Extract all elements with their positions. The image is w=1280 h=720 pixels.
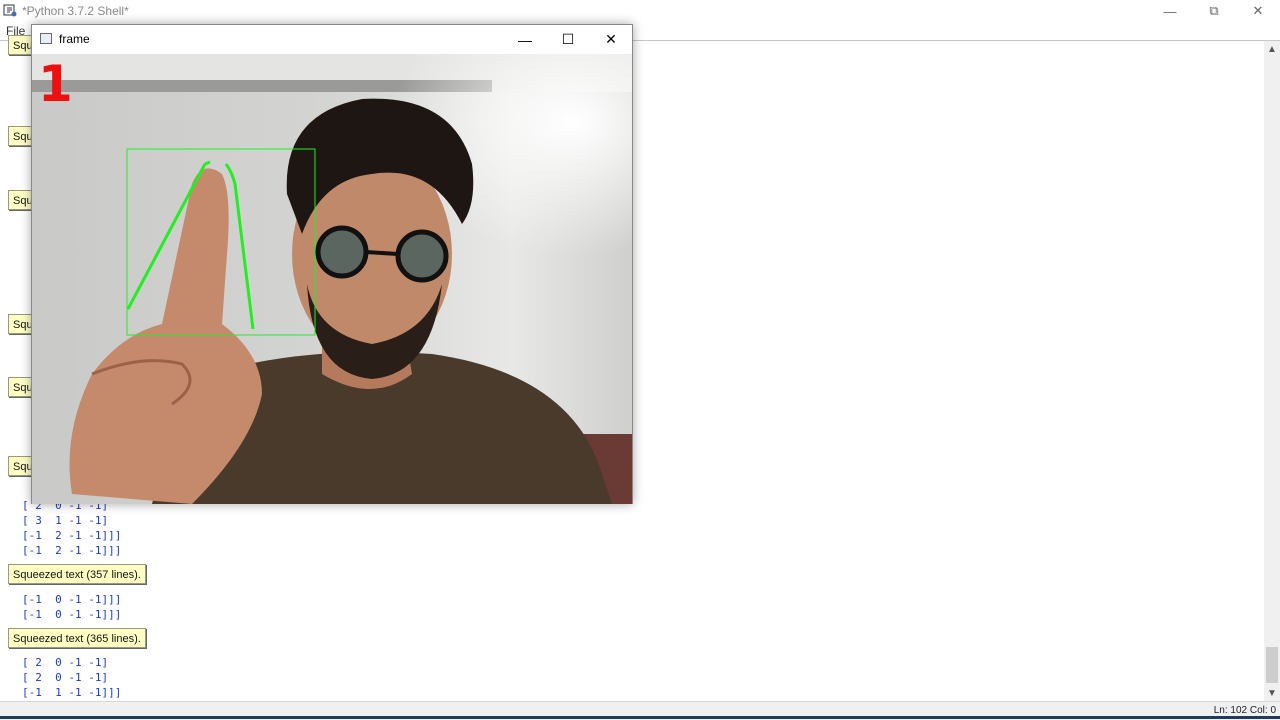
output-line: [-1 1 -1 -1]]] — [22, 686, 122, 699]
output-line: [ 2 0 -1 -1] — [22, 656, 109, 669]
scroll-up-arrow-icon[interactable]: ▲ — [1264, 41, 1280, 57]
output-line: [ 3 1 -1 -1] — [22, 514, 109, 527]
scroll-down-arrow-icon[interactable]: ▼ — [1264, 685, 1280, 701]
minimize-button[interactable]: — — [1148, 0, 1192, 22]
output-line: [-1 2 -1 -1]]] — [22, 544, 122, 557]
squeezed-text-button[interactable]: Squeezed text (357 lines). — [8, 564, 146, 584]
cursor-position: Ln: 102 Col: 0 — [1213, 705, 1276, 716]
shell-window-title: *Python 3.7.2 Shell* — [22, 4, 129, 18]
frame-close-button[interactable]: ✕ — [589, 25, 633, 54]
close-button[interactable]: ✕ — [1236, 0, 1280, 22]
frame-minimize-button[interactable]: — — [503, 25, 547, 54]
webcam-image — [32, 54, 632, 504]
minimize-icon: — — [518, 31, 532, 48]
minimize-icon: — — [1163, 3, 1177, 19]
scrollbar-thumb[interactable] — [1266, 647, 1278, 683]
shell-titlebar: *Python 3.7.2 Shell* — ⧉ ✕ — [0, 0, 1280, 22]
frame-window-title: frame — [59, 32, 90, 46]
python-idle-icon — [3, 4, 17, 17]
webcam-frame: 1 — [32, 54, 632, 504]
maximize-icon: ☐ — [561, 31, 575, 47]
window-icon — [40, 33, 52, 44]
close-icon: ✕ — [605, 31, 617, 47]
frame-titlebar[interactable]: frame — ☐ ✕ — [32, 25, 632, 54]
vertical-scrollbar[interactable]: ▲ ▼ — [1264, 41, 1280, 701]
close-icon: ✕ — [1252, 3, 1264, 18]
output-line: [-1 0 -1 -1]]] — [22, 608, 122, 621]
finger-count-label: 1 — [38, 55, 73, 113]
output-line: [-1 2 -1 -1]]] — [22, 529, 122, 542]
output-line: [ 2 0 -1 -1] — [22, 671, 109, 684]
restore-icon: ⧉ — [1209, 3, 1219, 18]
frame-maximize-button[interactable]: ☐ — [546, 25, 590, 54]
restore-button[interactable]: ⧉ — [1192, 0, 1236, 22]
output-line: [-1 0 -1 -1]]] — [22, 593, 122, 606]
frame-window[interactable]: frame — ☐ ✕ 1 — [31, 24, 633, 504]
squeezed-text-button[interactable]: Squeezed text (365 lines). — [8, 628, 146, 648]
